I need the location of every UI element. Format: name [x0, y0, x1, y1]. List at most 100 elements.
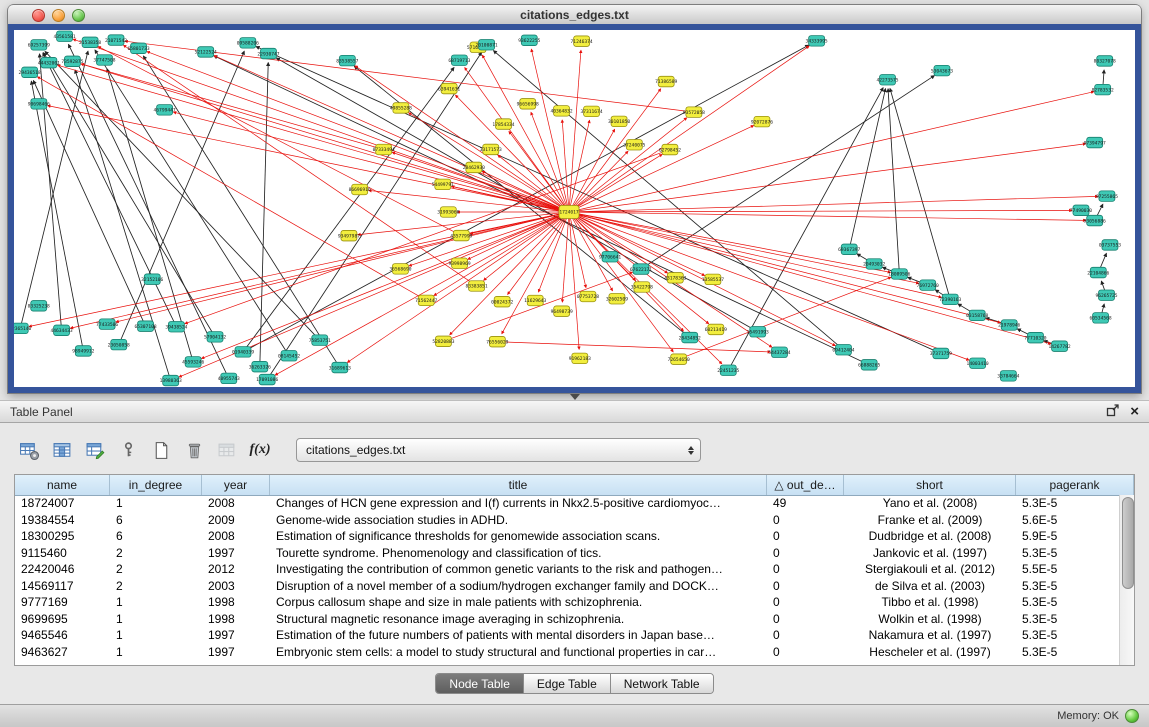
graph-node[interactable]: 69257399 — [28, 40, 50, 51]
table-cell[interactable]: 1997 — [202, 645, 270, 659]
graph-node[interactable]: 21538358 — [79, 37, 101, 48]
graph-node[interactable]: 93622255 — [518, 35, 540, 46]
table-row[interactable]: 1830029562008Estimation of significance … — [15, 528, 1119, 545]
graph-node[interactable]: 33784664 — [997, 371, 1019, 382]
graph-node[interactable]: 67622171 — [630, 264, 652, 275]
graph-node[interactable]: 35422798 — [631, 282, 653, 293]
graph-node[interactable]: 97706641 — [599, 251, 621, 262]
graph-node[interactable]: 53043673 — [931, 65, 953, 76]
graph-node[interactable]: 93572058 — [683, 107, 705, 118]
float-panel-icon[interactable] — [1106, 403, 1120, 420]
table-cell[interactable]: Tourette syndrome. Phenomenology and cla… — [270, 546, 767, 560]
table-cell[interactable]: 5.3E-5 — [1016, 579, 1119, 593]
graph-node[interactable]: 31689613 — [329, 362, 351, 373]
graph-node[interactable]: 36568690 — [389, 264, 411, 275]
table-cell[interactable]: 2008 — [202, 496, 270, 510]
graph-node[interactable]: 57904132 — [204, 332, 226, 343]
column-header-name[interactable]: name — [15, 475, 110, 495]
table-cell[interactable]: 19384554 — [15, 513, 110, 527]
graph-node[interactable]: 80327078 — [1094, 56, 1116, 66]
table-cell[interactable]: Disruption of a novel member of a sodium… — [270, 579, 767, 593]
graph-node[interactable]: 96498739 — [551, 306, 573, 317]
graph-node[interactable]: 36263326 — [249, 361, 271, 372]
table-cell[interactable]: 0 — [767, 628, 844, 642]
table-cell[interactable]: 2009 — [202, 513, 270, 527]
graph-node[interactable]: 1724017 — [559, 206, 579, 219]
graph-node[interactable]: 72365140 — [14, 323, 32, 334]
table-cell[interactable]: 1997 — [202, 628, 270, 642]
graph-node[interactable]: 31993060 — [437, 207, 459, 218]
graph-node[interactable]: 22104866 — [1087, 267, 1109, 278]
network-graph-canvas[interactable]: 1358553743178363602134193542279872654650… — [14, 30, 1135, 387]
graph-node[interactable]: 32602509 — [606, 293, 628, 304]
graph-node[interactable]: 71386589 — [655, 76, 677, 87]
table-cell[interactable]: 18300295 — [15, 529, 110, 543]
table-cell[interactable]: 22420046 — [15, 562, 110, 576]
graph-node[interactable]: 09588206 — [237, 38, 259, 49]
scrollbar-thumb[interactable] — [1122, 497, 1134, 589]
table-selector-dropdown[interactable]: citations_edges.txt — [296, 438, 701, 462]
graph-node[interactable]: 66888265 — [858, 360, 880, 371]
graph-node[interactable]: 13980363 — [160, 375, 182, 386]
graph-node[interactable]: 40364832 — [550, 106, 572, 117]
table-cell[interactable]: 5.3E-5 — [1016, 612, 1119, 626]
graph-node[interactable]: 28434852 — [679, 332, 701, 343]
graph-node[interactable]: 01940339 — [232, 347, 254, 358]
table-cell[interactable]: 6 — [110, 529, 202, 543]
tab-network-table[interactable]: Network Table — [611, 674, 713, 693]
new-column-button[interactable] — [148, 437, 174, 463]
graph-node[interactable]: 60213419 — [705, 324, 727, 335]
graph-node[interactable]: 18089506 — [888, 269, 910, 280]
graph-node[interactable]: 37747508 — [93, 55, 115, 66]
graph-node[interactable]: 60534568 — [1090, 313, 1112, 324]
graph-node[interactable]: 63941631 — [438, 83, 460, 94]
graph-node[interactable]: 17854334 — [492, 119, 514, 130]
edit-table-button[interactable] — [82, 437, 108, 463]
graph-node[interactable]: 52820883 — [432, 336, 454, 347]
network-window-titlebar[interactable]: citations_edges.txt — [8, 5, 1141, 25]
table-cell[interactable]: 2 — [110, 579, 202, 593]
graph-node[interactable]: 22930747 — [257, 48, 279, 59]
table-cell[interactable]: 9699695 — [15, 612, 110, 626]
graph-node[interactable]: 93497987 — [338, 230, 360, 241]
graph-node[interactable]: 21071543 — [105, 35, 127, 46]
table-cell[interactable]: 9115460 — [15, 546, 110, 560]
table-settings-button[interactable] — [16, 437, 42, 463]
table-cell[interactable]: 0 — [767, 645, 844, 659]
table-cell[interactable]: 5.3E-5 — [1016, 546, 1119, 560]
graph-node[interactable]: 20493032 — [863, 259, 885, 270]
table-cell[interactable]: Investigating the contribution of common… — [270, 562, 767, 576]
table-cell[interactable]: 2012 — [202, 562, 270, 576]
table-cell[interactable]: 49 — [767, 496, 844, 510]
table-cell[interactable]: Estimation of the future numbers of pati… — [270, 628, 767, 642]
graph-node[interactable]: 44634433 — [50, 325, 72, 336]
graph-node[interactable]: 75853751 — [309, 335, 331, 346]
table-row[interactable]: 969969511998Structural magnetic resonanc… — [15, 611, 1119, 628]
graph-node[interactable]: 83325238 — [28, 301, 50, 312]
graph-node[interactable]: 39438524 — [165, 321, 187, 332]
table-cell[interactable]: 1 — [110, 645, 202, 659]
table-cell[interactable]: Genome-wide association studies in ADHD. — [270, 513, 767, 527]
graph-node[interactable]: 11629643 — [524, 295, 546, 306]
table-cell[interactable]: 1 — [110, 496, 202, 510]
graph-node[interactable]: 43178363 — [664, 273, 686, 284]
close-panel-icon[interactable]: × — [1130, 405, 1139, 419]
table-cell[interactable]: 0 — [767, 529, 844, 543]
graph-node[interactable]: 93056886 — [1084, 215, 1106, 226]
show-columns-button[interactable] — [49, 437, 75, 463]
graph-node[interactable]: 68719713 — [448, 55, 470, 66]
graph-node[interactable]: 96656998 — [517, 99, 539, 110]
graph-node[interactable]: 43577999 — [450, 230, 472, 241]
graph-node[interactable]: 23050858 — [108, 339, 130, 350]
graph-node[interactable]: 07333494 — [373, 144, 395, 155]
table-row[interactable]: 946554611997Estimation of the future num… — [15, 627, 1119, 644]
table-cell[interactable]: 5.5E-5 — [1016, 562, 1119, 576]
table-cell[interactable]: Wolkin et al. (1998) — [844, 612, 1016, 626]
graph-node[interactable]: 07394797 — [1084, 137, 1106, 148]
graph-node[interactable]: 69367397 — [838, 244, 860, 255]
graph-node[interactable]: 72654650 — [668, 354, 690, 365]
graph-node[interactable]: 77490030 — [1070, 205, 1092, 216]
table-cell[interactable]: 1 — [110, 595, 202, 609]
minimize-window-button[interactable] — [52, 9, 65, 22]
graph-node[interactable]: 37371759 — [930, 348, 952, 359]
